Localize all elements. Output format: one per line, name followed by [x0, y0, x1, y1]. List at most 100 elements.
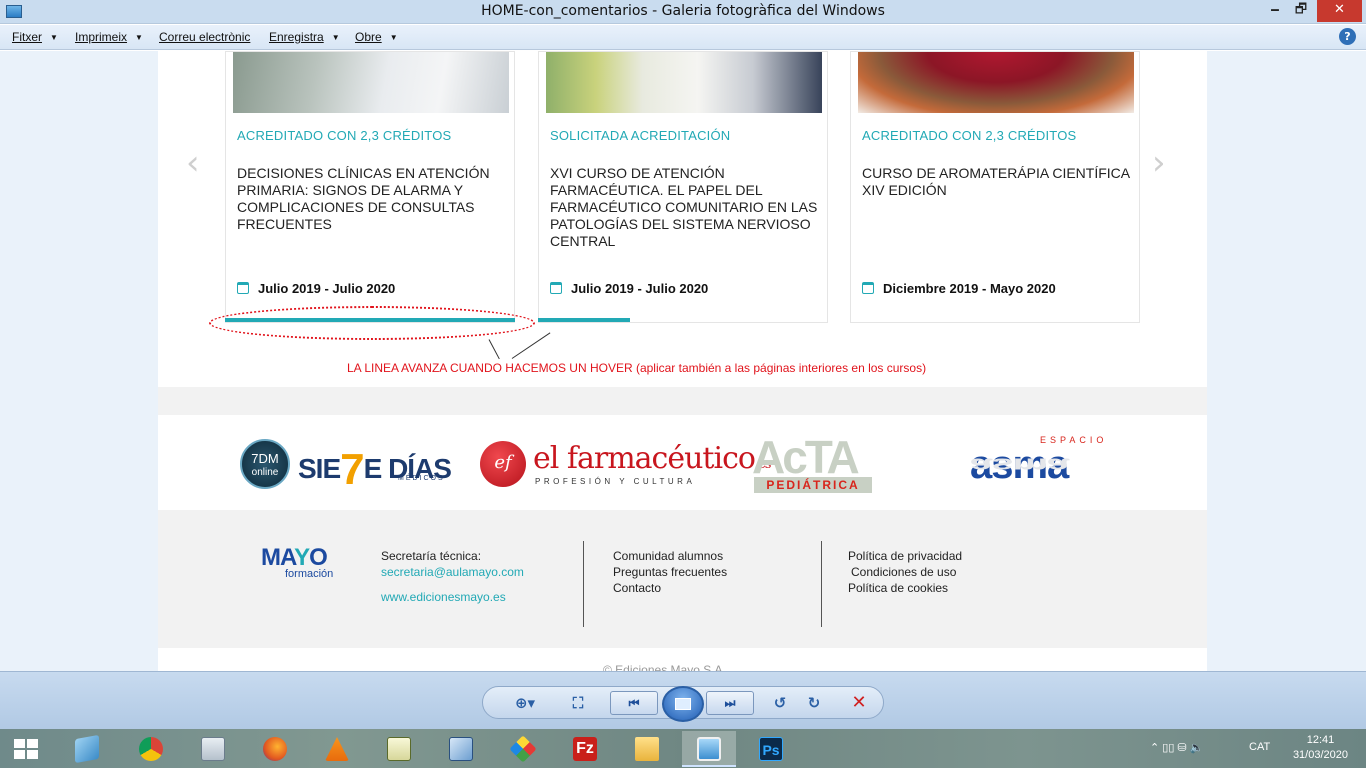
taskbar: Fz Ps ⌃ ▯▯ ⛁ 🔈 CAT 12:41 31/03/2020: [0, 729, 1366, 768]
language-indicator[interactable]: CAT: [1249, 741, 1270, 753]
footer-link-cookies: Política de cookies: [848, 581, 949, 595]
mayo-logo-sub: formación: [285, 568, 334, 580]
taskbar-app-vlc[interactable]: [310, 731, 364, 767]
system-clock[interactable]: 12:41 31/03/2020: [1293, 733, 1348, 763]
actual-size-icon[interactable]: ⛶: [565, 692, 591, 714]
windows-logo-icon: [27, 739, 38, 748]
carousel-prev-icon: ‹: [186, 143, 200, 183]
firefox-icon: [263, 737, 287, 761]
chevron-down-icon: ▼: [135, 33, 143, 42]
website-link: www.edicionesmayo.es: [381, 590, 506, 604]
menu-enregistra-label: Enregistra: [269, 30, 324, 44]
mayo-logo-part: O: [309, 544, 328, 571]
calendar-icon: [550, 282, 562, 294]
course-status: SOLICITADA ACREDITACIÓN: [550, 128, 731, 143]
annotation-pointer-line: [488, 339, 500, 360]
windows-logo-icon: [14, 739, 25, 748]
menu-bar: Fitxer ▼ Imprimeix ▼ Correu electrònic Enr…: [0, 25, 1366, 50]
zoom-icon[interactable]: ⊕▾: [508, 692, 542, 714]
course-card: SOLICITADA ACREDITACIÓN XVI CURSO DE ATE…: [538, 51, 828, 323]
window-titlebar: HOME-con_comentarios - Galeria fotogràfi…: [0, 0, 1366, 24]
el-farmaceutico-badge: ef: [480, 441, 526, 487]
folder-icon: [635, 737, 659, 761]
virtualbox-icon: [449, 737, 473, 761]
siete-dias-logo-sub: MÉDICOS: [398, 475, 445, 482]
course-title: CURSO DE AROMATERÁPIA CIENTÍFICA XIV EDI…: [862, 165, 1130, 198]
start-button[interactable]: [14, 739, 38, 759]
taskbar-app-editor[interactable]: [372, 731, 426, 767]
secretaria-label: Secretaría técnica:: [381, 549, 482, 563]
viewer-toolbar: ⊕▾ ⛶ ⏮ ⏭ ↺ ↻ ✕: [0, 671, 1366, 730]
window-title: HOME-con_comentarios - Galeria fotogràfi…: [481, 3, 885, 19]
windows-logo-icon: [27, 750, 38, 759]
el-farmaceutico-tagline: PROFESIÓN Y CULTURA: [535, 477, 696, 486]
copyright-text: © Ediciones Mayo S.A.: [603, 663, 726, 671]
next-image-button[interactable]: ⏭: [706, 691, 754, 715]
7dm-online-logo: 7DM online: [240, 439, 290, 489]
course-photo-doctor: [233, 52, 509, 113]
taskbar-app-photo-gallery[interactable]: [682, 731, 736, 767]
footer-link-preguntas: Preguntas frecuentes: [613, 565, 728, 579]
course-photo-petals: [858, 52, 1134, 113]
footer-link-comunidad: Comunidad alumnos: [613, 549, 724, 563]
el-farmaceutico-logo-text: el farmacéutico: [533, 441, 756, 476]
menu-correu-label: Correu electrònic: [159, 30, 251, 44]
espacio-asma-reflection: asma: [970, 454, 1069, 476]
slideshow-icon: [675, 698, 691, 710]
footer-link-contacto: Contacto: [613, 581, 662, 595]
footer-link-privacidad: Política de privacidad: [848, 549, 963, 563]
acta-pediatrica-sub: PEDIÁTRICA: [754, 477, 872, 493]
clock-date: 31/03/2020: [1292, 749, 1348, 761]
help-icon[interactable]: ?: [1339, 28, 1356, 45]
taskbar-app-tools[interactable]: [496, 731, 550, 767]
minimize-button[interactable]: 🗕: [1262, 0, 1288, 22]
footer-divider: [583, 541, 584, 627]
rotate-right-icon[interactable]: ↻: [801, 692, 827, 714]
delete-icon[interactable]: ✕: [846, 692, 872, 714]
menu-fitxer[interactable]: Fitxer ▼: [12, 30, 58, 44]
menu-obre[interactable]: Obre ▼: [355, 30, 398, 44]
siete-dias-logo-left: SIE: [298, 453, 341, 484]
course-card: ACREDITADO CON 2,3 CRÉDITOS DECISIONES C…: [225, 51, 515, 323]
windows-logo-icon: [14, 750, 25, 759]
taskbar-app-chrome[interactable]: [124, 731, 178, 767]
notes-icon: [75, 734, 99, 764]
system-tray-icons[interactable]: ⌃ ▯▯ ⛁ 🔈: [1150, 741, 1203, 754]
7dm-logo-subtext: online: [251, 467, 279, 478]
displayed-image: ‹ › ACREDITADO CON 2,3 CRÉDITOS DECISION…: [158, 51, 1207, 671]
taskbar-app-explorer[interactable]: [620, 731, 674, 767]
course-status: ACREDITADO CON 2,3 CRÉDITOS: [237, 128, 452, 143]
7dm-logo-text: 7DM: [251, 451, 279, 466]
vlc-icon: [325, 737, 349, 761]
course-dates: Julio 2019 - Julio 2020: [237, 281, 395, 296]
course-card: ACREDITADO CON 2,3 CRÉDITOS CURSO DE ARO…: [850, 51, 1140, 323]
taskbar-app-calculator[interactable]: [186, 731, 240, 767]
course-dates: Diciembre 2019 - Mayo 2020: [862, 281, 1056, 296]
carousel-next-icon: ›: [1152, 143, 1166, 183]
taskbar-app-filezilla[interactable]: Fz: [558, 731, 612, 767]
course-title: DECISIONES CLÍNICAS EN ATENCIÓN PRIMARIA…: [237, 165, 490, 232]
siete-dias-logo-seven: 7: [340, 445, 365, 494]
calculator-icon: [201, 737, 225, 761]
hover-progress-line: [538, 318, 630, 322]
course-title: XVI CURSO DE ATENCIÓN FARMACÉUTICA. EL P…: [550, 165, 818, 249]
maximize-button[interactable]: 🗗: [1288, 0, 1314, 22]
menu-enregistra[interactable]: Enregistra ▼: [269, 30, 340, 44]
partner-logos: 7DM online SIE7E DÍAS MÉDICOS ef el farmac…: [158, 415, 1207, 510]
taskbar-app-photoshop[interactable]: Ps: [744, 731, 798, 767]
taskbar-app-notes[interactable]: [60, 731, 114, 767]
taskbar-app-firefox[interactable]: [248, 731, 302, 767]
menu-imprimeix[interactable]: Imprimeix ▼: [75, 30, 143, 44]
menu-correu[interactable]: Correu electrònic: [159, 30, 250, 44]
slideshow-button[interactable]: [662, 686, 704, 722]
annotation-pointer-line: [511, 332, 551, 359]
menu-fitxer-label: Fitxer: [12, 30, 42, 44]
secretaria-email: secretaria@aulamayo.com: [381, 565, 524, 579]
close-button[interactable]: ✕: [1317, 0, 1362, 22]
chevron-down-icon: ▼: [389, 33, 398, 42]
previous-image-button[interactable]: ⏮: [610, 691, 658, 715]
course-dates-text: Julio 2019 - Julio 2020: [258, 281, 396, 296]
taskbar-app-virtualbox[interactable]: [434, 731, 488, 767]
rotate-left-icon[interactable]: ↺: [767, 692, 793, 714]
photo-gallery-icon: [697, 737, 721, 761]
